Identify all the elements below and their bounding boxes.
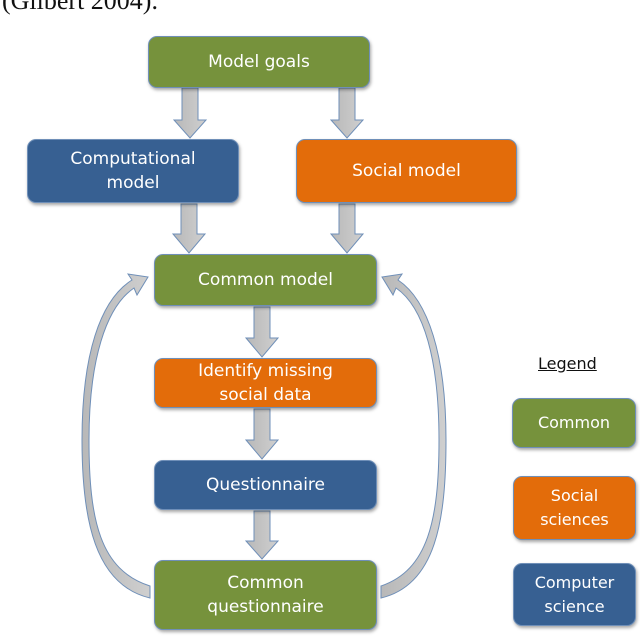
legend-item-social-sciences: Social sciences [513,476,636,540]
node-social-model: Social model [296,139,517,203]
legend-title: Legend [538,354,597,373]
arrow-common-to-identify [244,306,280,358]
node-common-model: Common model [154,254,377,306]
arrow-computational-to-common [171,203,207,254]
connector-arrows [81,87,447,599]
node-questionnaire: Questionnaire [154,460,377,510]
arrow-social-to-common [329,203,365,254]
arrow-questionnaire-to-common-questionnaire [244,510,280,560]
node-label: Computational model [70,149,196,193]
arrow-goals-to-computational [172,87,208,139]
legend-label: Computer science [534,572,615,616]
node-identify-missing-social-data: Identify missing social data [154,358,377,408]
node-label: Model goals [208,52,310,72]
node-model-goals: Model goals [148,36,370,88]
node-label: Questionnaire [205,475,326,495]
node-label: Identify missing social data [198,361,333,405]
legend-label: Social sciences [540,486,609,529]
legend-item-computer-science: Computer science [513,563,636,626]
arrow-goals-to-social [329,87,365,139]
arrow-feedback-right [380,273,447,599]
arrow-feedback-left [81,273,151,599]
node-computational-model: Computational model [27,139,239,203]
legend-item-common: Common [512,398,636,448]
node-label: Social model [352,161,461,181]
node-label: Common questionnaire [207,573,324,617]
node-common-questionnaire: Common questionnaire [154,560,377,630]
legend-label: Common [537,413,611,432]
arrow-identify-to-questionnaire [244,408,280,460]
node-label: Common model [198,270,333,290]
